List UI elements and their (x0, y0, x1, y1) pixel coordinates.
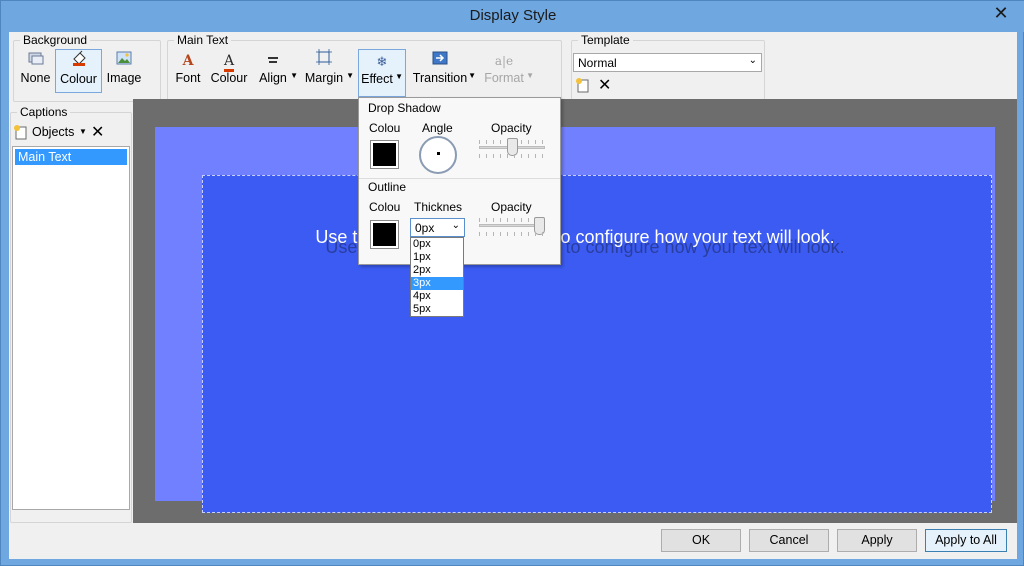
angle-dot (437, 152, 440, 155)
background-none-button[interactable]: None (18, 49, 53, 93)
text-colour-label: Colour (210, 71, 248, 85)
list-item[interactable]: Main Text (15, 149, 127, 165)
outline-thickness-value: 0px (415, 221, 435, 235)
thickness-dropdown-list[interactable]: 0px 1px 2px 3px 4px 5px (410, 237, 464, 317)
background-colour-button[interactable]: Colour (55, 49, 102, 93)
preview-text: Use the buttons in the toolbar to config… (315, 227, 835, 247)
main-text-group-label: Main Text (174, 33, 232, 47)
drop-shadow-opacity-label: Opacity (491, 121, 532, 135)
chevron-down-icon: ▼ (79, 127, 87, 136)
background-image-button[interactable]: Image (104, 49, 144, 93)
font-button[interactable]: A Font (172, 49, 204, 93)
transition-button[interactable]: Transition ▼ (412, 49, 476, 93)
outline-colour-label: Colou (369, 200, 401, 214)
format-button[interactable]: a|e Format ▼ (482, 49, 534, 93)
effect-icon: ❄ (376, 54, 388, 69)
chevron-down-icon: ▼ (290, 71, 298, 80)
text-colour-button[interactable]: A Colour (208, 49, 250, 93)
background-colour-label: Colour (60, 72, 97, 86)
objects-button[interactable]: Objects ▼ (13, 124, 87, 143)
none-icon (18, 49, 53, 71)
drop-shadow-colour-swatch[interactable] (370, 140, 399, 169)
thickness-option-5px[interactable]: 5px (411, 303, 463, 316)
apply-to-all-button[interactable]: Apply to All (925, 529, 1007, 552)
cancel-button[interactable]: Cancel (749, 529, 829, 552)
drop-shadow-title: Drop Shadow (368, 101, 441, 115)
new-object-icon (13, 124, 29, 143)
effect-button[interactable]: ❄ Effect ▼ (358, 49, 406, 97)
text-colour-icon: A (208, 49, 250, 72)
thickness-option-4px[interactable]: 4px (411, 290, 463, 303)
background-image-label: Image (106, 71, 142, 85)
captions-group-label: Captions (17, 105, 71, 119)
chevron-down-icon: ▼ (468, 71, 476, 80)
margin-label: Margin (304, 71, 344, 85)
align-icon (256, 49, 290, 71)
chevron-down-icon: ⌄ (748, 55, 757, 66)
background-none-label: None (20, 71, 51, 85)
thickness-option-2px[interactable]: 2px (411, 264, 463, 277)
thickness-option-1px[interactable]: 1px (411, 251, 463, 264)
background-group-label: Background (20, 33, 91, 47)
outline-title: Outline (368, 180, 407, 194)
chevron-down-icon: ▼ (526, 71, 534, 80)
align-button[interactable]: Align ▼ (256, 49, 298, 93)
new-template-icon[interactable] (575, 77, 591, 96)
close-icon[interactable]: ✕ (984, 3, 1018, 24)
transition-label: Transition (412, 71, 468, 85)
popup-separator (359, 178, 560, 179)
background-group: Background None Colour Image (13, 33, 161, 102)
margin-icon (302, 49, 346, 71)
font-icon: A (182, 53, 194, 69)
align-label: Align (259, 71, 287, 85)
preview-text-area[interactable] (202, 175, 992, 513)
thickness-option-3px[interactable]: 3px (411, 277, 463, 290)
format-label: Format (484, 71, 524, 85)
template-group: Template Normal ⌄ ✕ (571, 33, 765, 102)
title-bar: Display Style ✕ (1, 1, 1024, 32)
delete-template-icon[interactable]: ✕ (598, 75, 611, 95)
thickness-option-0px[interactable]: 0px (411, 238, 463, 251)
outline-thickness-label: Thicknes (414, 200, 463, 214)
chevron-down-icon: ⌄ (451, 220, 460, 231)
outline-colour-swatch[interactable] (370, 220, 399, 249)
shadow-opacity-ticks-bottom (479, 154, 545, 158)
main-text-group: Main Text A Font A Colour Align ▼ Margin… (167, 33, 562, 102)
chevron-down-icon: ▼ (346, 71, 354, 80)
font-label: Font (175, 71, 201, 85)
preview-outer-area (155, 127, 995, 513)
template-group-label: Template (578, 33, 633, 47)
margin-button[interactable]: Margin ▼ (302, 49, 354, 93)
captions-list[interactable]: Main Text (12, 146, 130, 510)
drop-shadow-angle-dial[interactable] (419, 136, 457, 174)
chevron-down-icon: ▼ (395, 72, 403, 81)
display-style-window: Display Style ✕ Background None Colour I… (0, 0, 1024, 566)
apply-button[interactable]: Apply (837, 529, 917, 552)
objects-label: Objects (32, 125, 75, 139)
outline-opacity-ticks-bottom (479, 232, 545, 236)
outline-thickness-select[interactable]: 0px ⌄ (410, 218, 465, 237)
paint-bucket-icon (56, 50, 101, 72)
template-select-value: Normal (578, 56, 617, 70)
format-icon: a|e (494, 54, 514, 68)
template-select[interactable]: Normal ⌄ (573, 53, 762, 72)
transition-icon (412, 49, 468, 71)
delete-object-icon[interactable]: ✕ (91, 122, 104, 142)
window-title: Display Style (469, 7, 557, 24)
ok-button[interactable]: OK (661, 529, 741, 552)
image-icon (104, 49, 144, 71)
preview-stage: Use the buttons in the toolbar to config… (133, 99, 1017, 523)
drop-shadow-angle-label: Angle (422, 121, 453, 135)
outline-opacity-label: Opacity (491, 200, 532, 214)
drop-shadow-colour-label: Colou (369, 121, 401, 135)
